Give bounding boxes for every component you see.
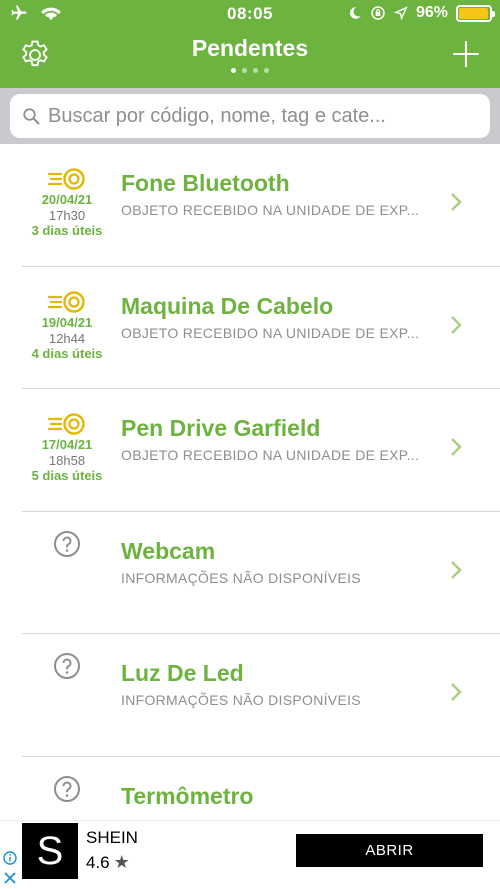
delivery-truck-icon	[47, 290, 85, 313]
question-icon	[54, 653, 80, 679]
battery-percent: 96%	[415, 4, 448, 21]
item-hour: 18h58	[48, 453, 86, 468]
search-field[interactable]	[10, 94, 490, 138]
item-status: INFORMAÇÕES NÃO DISPONÍVEIS	[121, 692, 361, 708]
ad-rating-value: 4.6	[86, 852, 110, 872]
item-days: 4 dias úteis	[31, 345, 103, 361]
rotation-lock-icon	[371, 6, 385, 20]
package-row[interactable]: Termômetro	[22, 757, 500, 821]
package-row[interactable]: 20/04/21 17h30 3 dias úteis Fone Bluetoo…	[22, 144, 500, 267]
ad-app-logo[interactable]: S	[22, 823, 78, 879]
nav-bar: Pendentes	[0, 30, 500, 88]
tracking-info: 20/04/21 17h30 3 dias úteis	[22, 166, 112, 239]
item-name: Luz De Led	[121, 660, 244, 686]
package-row[interactable]: Luz De Led INFORMAÇÕES NÃO DISPONÍVEIS	[22, 634, 500, 757]
close-icon[interactable]	[3, 871, 17, 885]
item-date: 17/04/21	[41, 437, 93, 452]
item-name: Maquina De Cabelo	[121, 292, 334, 319]
ad-banner[interactable]: S SHEIN 4.6 ★ ABRIR	[0, 820, 500, 889]
page-dot	[253, 68, 258, 73]
tracking-info	[22, 530, 112, 558]
page-dot	[231, 68, 236, 73]
battery-fill	[459, 7, 488, 19]
item-hour: 17h30	[48, 208, 86, 223]
ad-rating: 4.6 ★	[86, 852, 130, 873]
item-days: 5 dias úteis	[31, 468, 103, 483]
chevron-right-icon	[451, 193, 462, 211]
page-indicator[interactable]	[0, 68, 500, 73]
delivery-truck-icon	[47, 168, 85, 190]
chevron-right-icon	[451, 560, 462, 579]
item-date: 20/04/21	[41, 192, 93, 207]
battery-icon	[456, 4, 495, 22]
item-status: OBJETO RECEBIDO NA UNIDADE DE EXP...	[121, 202, 420, 218]
delivery-truck-icon	[47, 413, 85, 435]
item-days: 3 dias úteis	[31, 223, 103, 238]
item-name: Fone Bluetooth	[121, 170, 290, 196]
chevron-right-icon	[451, 683, 462, 701]
package-row[interactable]: 17/04/21 18h58 5 dias úteis Pen Drive Ga…	[22, 389, 500, 512]
ad-open-button[interactable]: ABRIR	[296, 834, 483, 867]
status-bar: 08:05 96%	[0, 0, 500, 30]
question-icon	[54, 775, 80, 802]
search-icon	[23, 108, 40, 125]
item-name: Webcam	[121, 537, 216, 564]
item-date: 19/04/21	[41, 314, 93, 330]
status-right: 96%	[348, 4, 495, 22]
page-dot	[264, 68, 269, 73]
page-dot	[242, 68, 247, 73]
package-list: 20/04/21 17h30 3 dias úteis Fone Bluetoo…	[0, 144, 500, 820]
chevron-right-icon	[451, 438, 462, 456]
item-status: OBJETO RECEBIDO NA UNIDADE DE EXP...	[121, 447, 420, 463]
item-name: Pen Drive Garfield	[121, 415, 321, 441]
chevron-right-icon	[451, 315, 462, 334]
package-row[interactable]: Webcam INFORMAÇÕES NÃO DISPONÍVEIS	[22, 512, 500, 634]
search-bar	[0, 88, 500, 144]
star-icon: ★	[113, 852, 130, 872]
item-hour: 12h44	[48, 330, 86, 346]
search-input[interactable]	[48, 104, 468, 128]
item-status: OBJETO RECEBIDO NA UNIDADE DE EXP...	[121, 324, 420, 341]
page-title: Pendentes	[191, 35, 309, 61]
package-row[interactable]: 19/04/21 12h44 4 dias úteis Maquina De C…	[22, 267, 500, 389]
top-bar: 08:05 96% Pendentes	[0, 0, 500, 88]
question-icon	[54, 530, 80, 557]
info-icon[interactable]	[3, 851, 17, 865]
tracking-info	[22, 653, 112, 680]
moon-icon	[349, 7, 361, 19]
ad-app-name: SHEIN	[86, 828, 138, 847]
tracking-info: 19/04/21 12h44 4 dias úteis	[22, 289, 112, 362]
item-name: Termômetro	[121, 782, 254, 809]
plus-icon[interactable]	[452, 40, 480, 68]
item-status: INFORMAÇÕES NÃO DISPONÍVEIS	[121, 569, 361, 586]
location-arrow-icon	[393, 6, 408, 20]
tracking-info	[22, 775, 112, 803]
tracking-info: 17/04/21 18h58 5 dias úteis	[22, 411, 112, 484]
